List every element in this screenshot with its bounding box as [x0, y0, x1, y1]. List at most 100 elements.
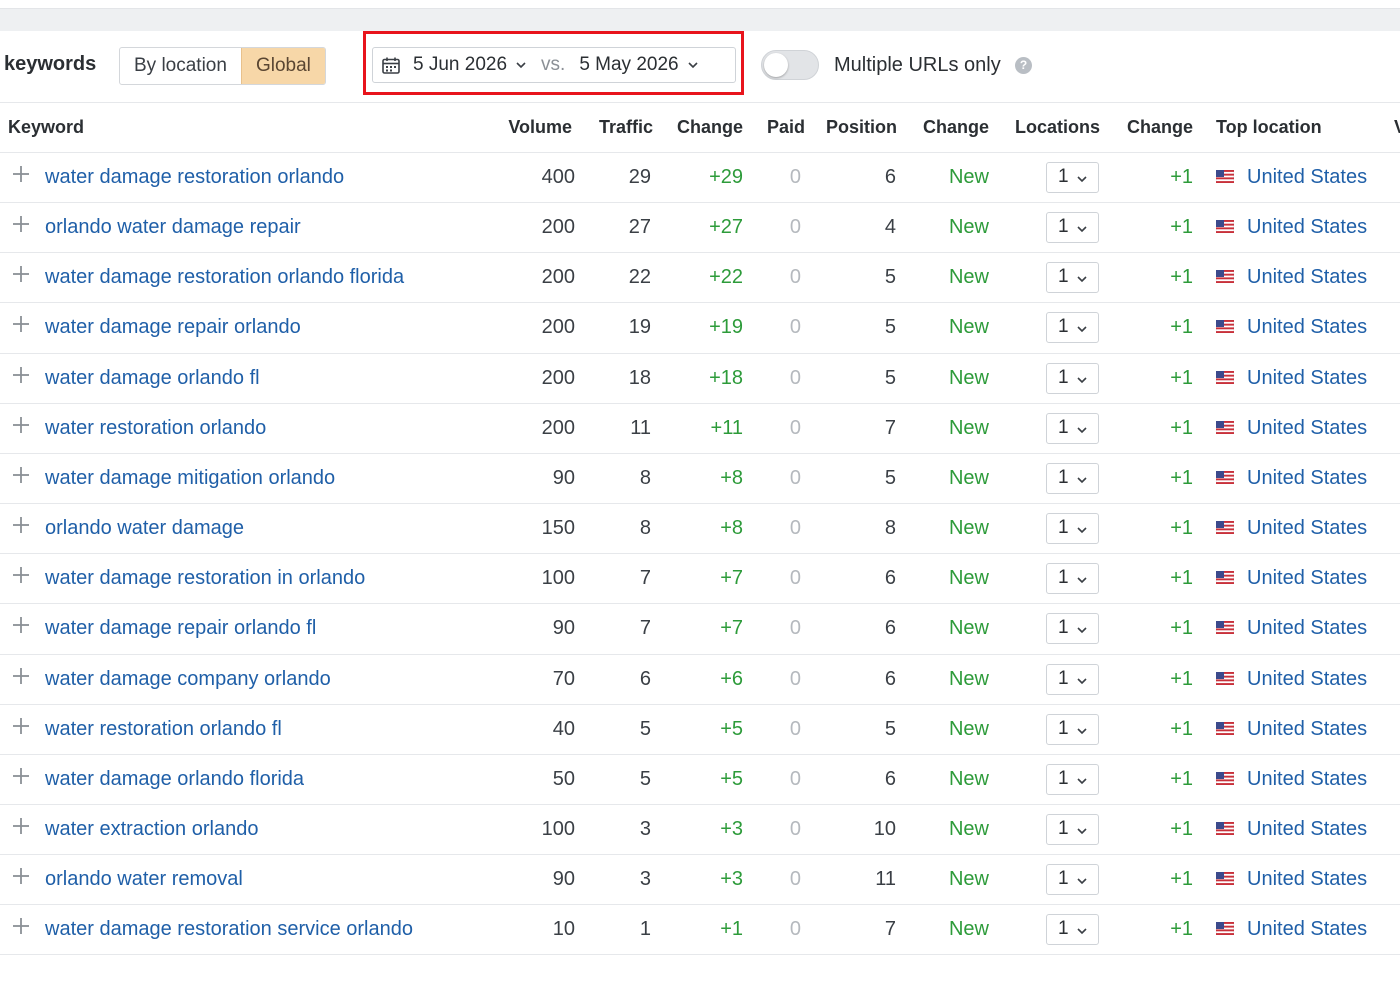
keyword-link[interactable]: water damage restoration in orlando: [45, 566, 365, 590]
top-location-link[interactable]: United States: [1247, 416, 1367, 440]
locations-dropdown[interactable]: 1: [1046, 663, 1099, 695]
locations-dropdown[interactable]: 1: [1046, 914, 1099, 946]
keyword-link[interactable]: water damage company orlando: [45, 667, 331, 691]
paid-value: 0: [789, 266, 801, 289]
plus-icon[interactable]: [11, 365, 31, 385]
keyword-link[interactable]: water damage repair orlando fl: [45, 616, 316, 640]
chevron-down-icon: [1077, 527, 1087, 534]
locations-value: 1: [1058, 266, 1069, 288]
top-location-link[interactable]: United States: [1247, 717, 1367, 741]
plus-icon[interactable]: [11, 866, 31, 886]
locations-dropdown[interactable]: 1: [1046, 412, 1099, 444]
locations-dropdown[interactable]: 1: [1046, 713, 1099, 745]
keyword-link[interactable]: water damage mitigation orlando: [45, 466, 335, 490]
date-comparison-picker[interactable]: 5 Jun 2026 vs. 5 May 2026: [372, 47, 736, 83]
col-top-location[interactable]: Top location: [1216, 117, 1322, 138]
plus-icon[interactable]: [11, 565, 31, 585]
top-location-link[interactable]: United States: [1247, 265, 1367, 289]
keyword-link[interactable]: water restoration orlando fl: [45, 717, 282, 741]
plus-icon[interactable]: [11, 415, 31, 435]
col-traffic[interactable]: Traffic: [580, 117, 653, 138]
col-locations-change[interactable]: Change: [1110, 117, 1193, 138]
col-traffic-change[interactable]: Change: [660, 117, 743, 138]
keyword-link[interactable]: water damage orlando fl: [45, 366, 260, 390]
col-paid[interactable]: Paid: [750, 117, 805, 138]
locations-dropdown[interactable]: 1: [1046, 763, 1099, 795]
keyword-link[interactable]: orlando water removal: [45, 867, 243, 891]
keyword-link[interactable]: orlando water damage: [45, 516, 244, 540]
locations-dropdown[interactable]: 1: [1046, 462, 1099, 494]
traffic-value: 3: [639, 817, 651, 840]
locations-dropdown[interactable]: 1: [1046, 162, 1099, 193]
top-location-link[interactable]: United States: [1247, 767, 1367, 791]
keyword-link[interactable]: water damage restoration orlando: [45, 165, 344, 189]
plus-icon[interactable]: [11, 766, 31, 786]
locations-dropdown[interactable]: 1: [1046, 262, 1099, 294]
help-icon[interactable]: ?: [1015, 57, 1032, 74]
keyword-link[interactable]: water restoration orlando: [45, 416, 266, 440]
locations-dropdown[interactable]: 1: [1046, 212, 1099, 244]
position-value: 4: [884, 216, 896, 239]
locations-value: 1: [1058, 817, 1069, 839]
keyword-link[interactable]: water extraction orlando: [45, 817, 258, 841]
position-change-value: New: [948, 868, 989, 891]
plus-icon[interactable]: [11, 164, 31, 184]
plus-icon[interactable]: [11, 666, 31, 686]
plus-icon[interactable]: [11, 314, 31, 334]
locations-dropdown[interactable]: 1: [1046, 563, 1099, 595]
locations-dropdown[interactable]: 1: [1046, 813, 1099, 845]
plus-icon[interactable]: [11, 716, 31, 736]
current-date[interactable]: 5 Jun 2026: [413, 54, 507, 76]
top-location-link[interactable]: United States: [1247, 616, 1367, 640]
position-change-value: New: [948, 617, 989, 640]
plus-icon[interactable]: [11, 916, 31, 936]
multiple-urls-toggle[interactable]: [761, 50, 819, 80]
top-location-link[interactable]: United States: [1247, 366, 1367, 390]
compare-date[interactable]: 5 May 2026: [579, 54, 678, 76]
plus-icon[interactable]: [11, 615, 31, 635]
top-location-link[interactable]: United States: [1247, 165, 1367, 189]
col-position-change[interactable]: Change: [906, 117, 989, 138]
plus-icon[interactable]: [11, 264, 31, 284]
col-overflow[interactable]: V: [1394, 117, 1400, 138]
col-volume[interactable]: Volume: [480, 117, 572, 138]
top-location-link[interactable]: United States: [1247, 566, 1367, 590]
plus-icon[interactable]: [11, 515, 31, 535]
col-position[interactable]: Position: [812, 117, 897, 138]
col-keyword[interactable]: Keyword: [8, 117, 84, 138]
by-location-button[interactable]: By location: [120, 48, 241, 84]
position-change-value: New: [948, 416, 989, 439]
plus-icon[interactable]: [11, 214, 31, 234]
top-location-link[interactable]: United States: [1247, 315, 1367, 339]
top-location-link[interactable]: United States: [1247, 516, 1367, 540]
plus-icon[interactable]: [11, 465, 31, 485]
locations-dropdown[interactable]: 1: [1046, 613, 1099, 645]
top-location-link[interactable]: United States: [1247, 215, 1367, 239]
chevron-down-icon[interactable]: [687, 59, 699, 71]
keyword-link[interactable]: orlando water damage repair: [45, 215, 301, 239]
chevron-down-icon[interactable]: [515, 59, 527, 71]
locations-dropdown[interactable]: 1: [1046, 513, 1099, 545]
plus-icon[interactable]: [11, 816, 31, 836]
top-location-link[interactable]: United States: [1247, 466, 1367, 490]
keyword-link[interactable]: water damage repair orlando: [45, 315, 301, 339]
locations-dropdown[interactable]: 1: [1046, 864, 1099, 896]
volume-value: 150: [541, 517, 575, 540]
col-locations[interactable]: Locations: [1000, 117, 1100, 138]
top-location-link[interactable]: United States: [1247, 867, 1367, 891]
table-row: water damage restoration service orlando…: [0, 904, 1400, 955]
volume-value: 70: [552, 667, 575, 690]
locations-change-value: +1: [1170, 567, 1193, 590]
locations-dropdown[interactable]: 1: [1046, 312, 1099, 344]
table-row: water restoration orlando 200 11 +11 0 7 New 1 +…: [0, 402, 1400, 454]
top-location-link[interactable]: United States: [1247, 667, 1367, 691]
keyword-link[interactable]: water damage restoration orlando florida: [45, 265, 404, 289]
us-flag-icon: [1216, 671, 1234, 685]
keyword-link[interactable]: water damage orlando florida: [45, 767, 304, 791]
keyword-link[interactable]: water damage restoration service orlando: [45, 917, 413, 941]
top-location-link[interactable]: United States: [1247, 817, 1367, 841]
table-row: water damage restoration orlando 400 29 +29…: [0, 152, 1400, 203]
locations-dropdown[interactable]: 1: [1046, 362, 1099, 394]
top-location-link[interactable]: United States: [1247, 917, 1367, 941]
global-button[interactable]: Global: [240, 48, 325, 84]
